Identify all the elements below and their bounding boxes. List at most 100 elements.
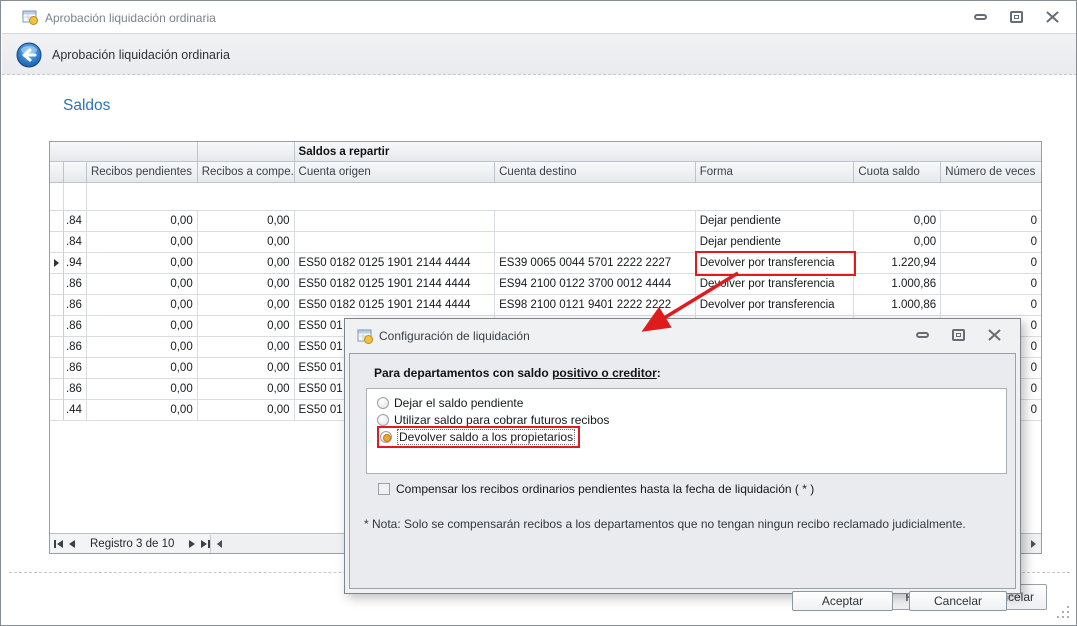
cell-pend: 0,00	[87, 274, 198, 295]
scroll-right-icon[interactable]	[1025, 535, 1041, 553]
dialog-close-icon[interactable]	[984, 325, 1004, 345]
cell-comp: 0,00	[198, 337, 295, 358]
header-cuota-saldo[interactable]: Cuota saldo	[854, 162, 941, 183]
cell-forma: Dejar pendiente	[696, 232, 855, 253]
cell-veces: 0	[941, 232, 1041, 253]
dialog-titlebar: Configuración de liquidación	[345, 319, 1020, 353]
resize-grip[interactable]	[1057, 606, 1070, 619]
table-row[interactable]: .860,000,00ES50 0182 0125 1901 2144 4444…	[50, 274, 1041, 295]
cell-destino	[495, 232, 696, 253]
cell-pend: 0,00	[87, 316, 198, 337]
cell-cuota: 1.220,94	[854, 253, 941, 274]
dialog-icon	[357, 328, 374, 345]
compensar-checkbox-row[interactable]: Compensar los recibos ordinarios pendien…	[378, 482, 814, 496]
close-icon[interactable]	[1042, 7, 1062, 27]
header-indicator	[50, 162, 64, 183]
option-dejar-saldo[interactable]: Dejar el saldo pendiente	[377, 395, 1006, 410]
cell-dept: .86	[64, 379, 87, 400]
grid-column-header-row: Recibos pendientes Recibos a compe... Cu…	[50, 162, 1041, 183]
cell-dept: .86	[64, 337, 87, 358]
cell-pend: 0,00	[87, 358, 198, 379]
radio-icon[interactable]	[377, 397, 389, 409]
cell-pend: 0,00	[87, 400, 198, 421]
radio-selected-icon[interactable]	[380, 431, 392, 443]
cell-origen: ES50 0182 0125 1901 2144 4444	[295, 295, 496, 316]
header-cuenta-origen[interactable]: Cuenta origen	[295, 162, 496, 183]
table-row[interactable]: .940,000,00ES50 0182 0125 1901 2144 4444…	[50, 253, 1041, 274]
cell-cuota: 1.000,86	[854, 295, 941, 316]
cell-pend: 0,00	[87, 295, 198, 316]
table-row[interactable]: .840,000,00Dejar pendiente0,000	[50, 211, 1041, 232]
grid-group-header-row: Saldos a repartir	[50, 142, 1041, 162]
row-indicator	[50, 337, 64, 358]
scroll-left-icon[interactable]	[211, 535, 227, 553]
highlight-box: Devolver saldo a los propietarios	[377, 426, 580, 448]
header-numero-de-veces[interactable]: Número de veces	[941, 162, 1041, 183]
row-indicator	[50, 295, 64, 316]
cell-comp: 0,00	[198, 232, 295, 253]
back-button[interactable]	[16, 42, 42, 68]
record-counter: Registro 3 de 10	[90, 538, 174, 550]
checkbox-icon[interactable]	[378, 483, 390, 495]
cell-forma: Devolver por transferencia	[696, 253, 855, 274]
configuracion-liquidacion-dialog: Configuración de liquidación Para depart…	[344, 318, 1021, 594]
cell-veces: 0	[941, 274, 1041, 295]
header-recibos-pendientes[interactable]: Recibos pendientes	[87, 162, 198, 183]
group-blank-cell	[50, 142, 198, 162]
options-groupbox: Dejar el saldo pendiente Utilizar saldo …	[366, 388, 1007, 474]
row-indicator	[50, 211, 64, 232]
cell-dept: .86	[64, 274, 87, 295]
cell-veces: 0	[941, 211, 1041, 232]
minimize-icon[interactable]	[970, 7, 990, 27]
cell-comp: 0,00	[198, 211, 295, 232]
cell-pend: 0,00	[87, 232, 198, 253]
cell-veces: 0	[941, 295, 1041, 316]
app-window: Aprobación liquidación ordinaria Aprobac…	[0, 0, 1077, 626]
cell-dept: .86	[64, 358, 87, 379]
first-record-icon[interactable]	[50, 534, 66, 553]
aceptar-button[interactable]: Aceptar	[792, 591, 893, 611]
radio-icon[interactable]	[377, 414, 389, 426]
cell-destino: ES39 0065 0044 5701 2222 2227	[495, 253, 696, 274]
cell-comp: 0,00	[198, 295, 295, 316]
cell-dept: .84	[64, 211, 87, 232]
cell-dept: .94	[64, 253, 87, 274]
restore-icon[interactable]	[1006, 7, 1026, 27]
option-devolver-saldo[interactable]: Devolver saldo a los propietarios	[377, 429, 1006, 444]
app-icon	[22, 9, 39, 26]
dialog-minimize-icon[interactable]	[912, 325, 932, 345]
header-forma[interactable]: Forma	[696, 162, 855, 183]
cell-origen: ES50 0182 0125 1901 2144 4444	[295, 253, 496, 274]
dialog-cancelar-button[interactable]: Cancelar	[909, 591, 1007, 611]
page-title: Aprobación liquidación ordinaria	[52, 48, 230, 62]
cell-comp: 0,00	[198, 253, 295, 274]
previous-record-icon[interactable]	[66, 534, 78, 553]
row-indicator	[50, 274, 64, 295]
page-header: Aprobación liquidación ordinaria	[2, 33, 1077, 75]
header-cuenta-destino[interactable]: Cuenta destino	[495, 162, 696, 183]
empty-dept-cell	[64, 183, 87, 210]
cell-comp: 0,00	[198, 316, 295, 337]
dialog-restore-icon[interactable]	[948, 325, 968, 345]
row-indicator	[50, 358, 64, 379]
selected-row-indicator-icon	[50, 253, 64, 274]
cell-forma: Devolver por transferencia	[696, 295, 855, 316]
table-row[interactable]: .840,000,00Dejar pendiente0,000	[50, 232, 1041, 253]
cell-destino	[495, 211, 696, 232]
next-record-icon[interactable]	[186, 534, 198, 553]
group-blank-cell	[198, 142, 295, 162]
grid-empty-row	[50, 183, 1041, 211]
window-title: Aprobación liquidación ordinaria	[45, 11, 216, 25]
cell-pend: 0,00	[87, 379, 198, 400]
row-indicator	[50, 379, 64, 400]
header-departamento[interactable]	[64, 162, 87, 183]
cell-origen: ES50 0182 0125 1901 2144 4444	[295, 274, 496, 295]
cell-destino: ES98 2100 0121 9401 2222 2222	[495, 295, 696, 316]
group-header-saldos-a-repartir: Saldos a repartir	[295, 142, 1041, 162]
header-recibos-a-compensar[interactable]: Recibos a compe...	[198, 162, 295, 183]
cell-dept: .44	[64, 400, 87, 421]
empty-indicator-cell	[50, 183, 64, 210]
dialog-note: * Nota: Solo se compensarán recibos a lo…	[364, 517, 966, 531]
cell-veces: 0	[941, 253, 1041, 274]
table-row[interactable]: .860,000,00ES50 0182 0125 1901 2144 4444…	[50, 295, 1041, 316]
